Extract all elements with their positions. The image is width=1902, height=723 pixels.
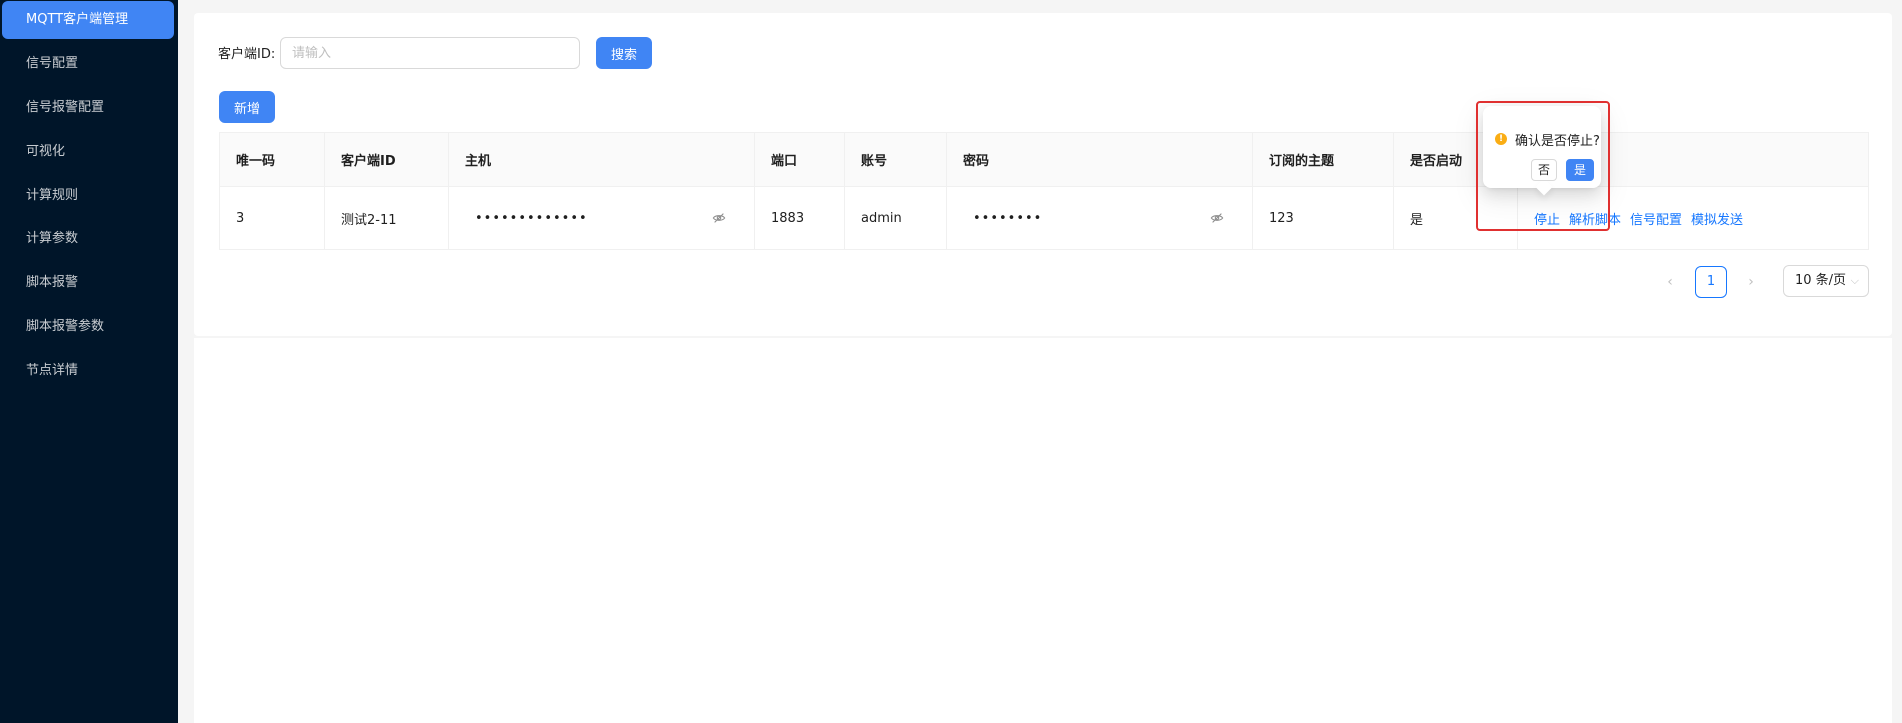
cell-unique-code: 3 (219, 186, 325, 250)
page-1-button[interactable]: 1 (1695, 266, 1727, 298)
cell-started: 是 (1393, 186, 1518, 250)
popconfirm-ok-button[interactable]: 是 (1566, 159, 1594, 181)
client-id-label: 客户端ID: (218, 47, 276, 62)
sidebar-item-signal-alarm-config[interactable]: 信号报警配置 (2, 89, 174, 127)
cell-client-id: 测试2-11 (324, 186, 449, 250)
column-header-password: 密码 (946, 132, 1253, 187)
simulate-send-link[interactable]: 模拟发送 (1691, 213, 1743, 228)
sidebar-item-mqtt-client[interactable]: MQTT客户端管理 (2, 1, 174, 39)
sidebar-item-node-details[interactable]: 节点详情 (2, 352, 174, 390)
password-masked-value: •••••••• (973, 210, 1043, 226)
sidebar: MQTT客户端管理 信号配置 信号报警配置 可视化 计算规则 计算参数 脚本报警… (0, 0, 178, 723)
sidebar-item-calc-rules[interactable]: 计算规则 (2, 177, 174, 215)
chevron-down-icon: ⌵ (1850, 274, 1859, 287)
cell-account: admin (844, 186, 947, 250)
sidebar-item-script-alarm-params[interactable]: 脚本报警参数 (2, 308, 174, 346)
clients-table: 唯一码 客户端ID 主机 端口 账号 密码 订阅的主题 是否启动 3 测试2-1… (219, 132, 1869, 250)
column-header-topic: 订阅的主题 (1252, 132, 1394, 187)
content-card-lower (194, 338, 1892, 723)
eye-invisible-icon[interactable] (712, 211, 726, 225)
cell-host: ••••••••••••• (448, 186, 755, 250)
host-masked-value: ••••••••••••• (475, 210, 588, 226)
client-id-search-input[interactable] (280, 37, 580, 69)
table-row: 3 测试2-11 ••••••••••••• 1883 admin ••••••… (219, 186, 1869, 250)
search-button[interactable]: 搜索 (596, 37, 652, 69)
eye-invisible-icon[interactable] (1210, 211, 1224, 225)
stop-link[interactable]: 停止 (1534, 213, 1560, 228)
cell-topic: 123 (1252, 186, 1394, 250)
column-header-client-id: 客户端ID (324, 132, 449, 187)
table-header-row: 唯一码 客户端ID 主机 端口 账号 密码 订阅的主题 是否启动 (219, 132, 1869, 187)
cell-password: •••••••• (946, 186, 1253, 250)
popconfirm-title: 确认是否停止? (1515, 134, 1600, 149)
cell-port: 1883 (754, 186, 845, 250)
sidebar-item-calc-params[interactable]: 计算参数 (2, 220, 174, 258)
sidebar-item-script-alarm[interactable]: 脚本报警 (2, 264, 174, 302)
parse-script-link[interactable]: 解析脚本 (1569, 213, 1621, 228)
signal-config-link[interactable]: 信号配置 (1630, 213, 1682, 228)
cell-actions: 停止 解析脚本 信号配置 模拟发送 (1518, 187, 1869, 250)
sidebar-item-visualization[interactable]: 可视化 (2, 133, 174, 171)
add-button[interactable]: 新增 (219, 91, 275, 123)
column-header-port: 端口 (754, 132, 845, 187)
page-size-select[interactable]: 10 条/页 ⌵ (1783, 265, 1869, 297)
column-header-host: 主机 (448, 132, 755, 187)
next-page-button[interactable]: › (1739, 268, 1763, 296)
column-header-unique-code: 唯一码 (219, 132, 325, 187)
exclamation-circle-icon: ! (1495, 133, 1507, 145)
prev-page-button[interactable]: ‹ (1658, 268, 1682, 296)
column-header-account: 账号 (844, 132, 947, 187)
popconfirm-cancel-button[interactable]: 否 (1531, 159, 1557, 181)
sidebar-item-signal-config[interactable]: 信号配置 (2, 45, 174, 83)
page-size-value: 10 条/页 (1795, 273, 1847, 288)
